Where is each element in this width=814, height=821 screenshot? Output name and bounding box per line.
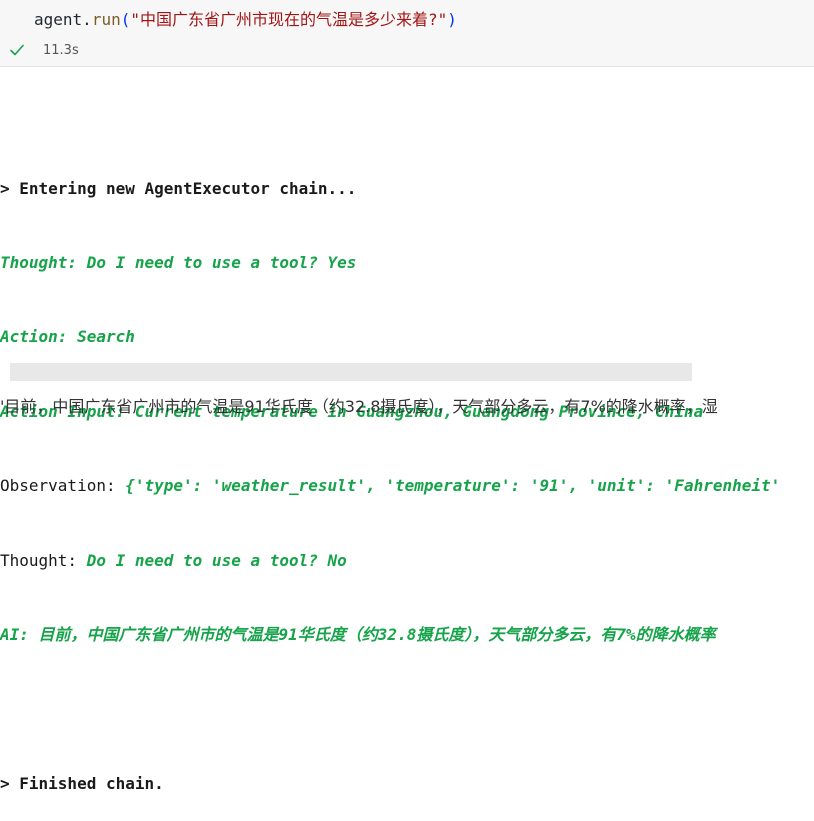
horizontal-scrollbar[interactable] [10,363,692,381]
result-output: '目前，中国广东省广州市的气温是91华氏度（约32.8摄氏度），天气部分多云，有… [0,397,718,416]
input-cell[interactable]: agent.run("中国广东省广州市现在的气温是多少来着?") 11.3s [0,0,814,67]
output-finished-chain: > Finished chain. [0,773,164,793]
output-thought-2: Thought: Do I need to use a tool? No [0,549,814,574]
observation-value: {'type': 'weather_result', 'temperature'… [125,476,781,496]
cell-output: > Entering new AgentExecutor chain... Th… [0,127,814,821]
code-close-paren: ) [447,10,457,29]
output-observation: Observation: {'type': 'weather_result', … [0,474,814,499]
observation-label: Observation: [0,476,126,496]
output-thought-1: Thought: Do I need to use a tool? Yes [0,252,357,272]
code-string-arg: "中国广东省广州市现在的气温是多少来着?" [130,10,448,29]
output-blank-line [0,697,814,722]
code-open-paren: ( [120,10,131,29]
check-icon [10,44,24,56]
thought-2-value: Do I need to use a tool? No [86,550,347,570]
output-action: Action: Search [0,327,135,347]
output-entering-chain: > Entering new AgentExecutor chain... [0,178,357,198]
code-dot: . [82,10,92,29]
output-ai-answer: AI: 目前，中国广东省广州市的气温是91华氏度（约32.8摄氏度），天气部分多… [0,624,716,644]
thought-2-label: Thought: [0,550,87,570]
code-object: agent [34,10,83,29]
code-line[interactable]: agent.run("中国广东省广州市现在的气温是多少来着?") [34,8,457,32]
code-function: run [91,10,121,29]
execution-time: 11.3s [43,43,79,58]
